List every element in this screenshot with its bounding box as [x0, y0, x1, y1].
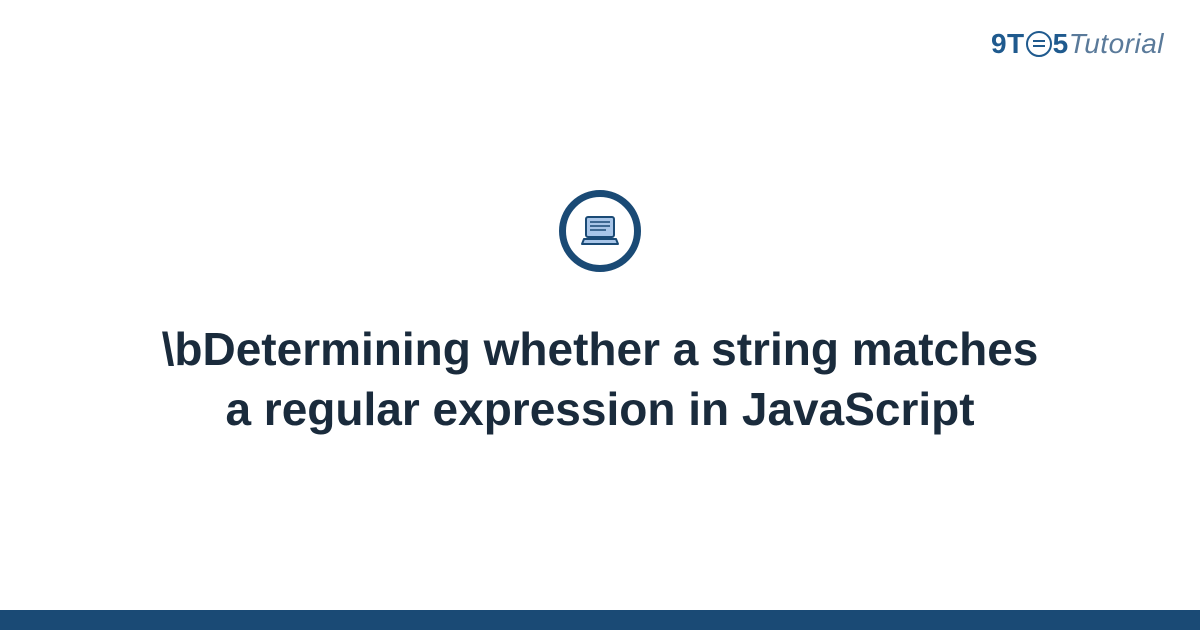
logo-tutorial: Tutorial: [1069, 28, 1164, 59]
logo-t: T: [1007, 28, 1025, 59]
laptop-icon: [578, 209, 622, 253]
logo-five: 5: [1053, 28, 1069, 59]
page-title: \bDetermining whether a string matches a…: [150, 320, 1050, 440]
footer-bar: [0, 610, 1200, 630]
logo-o-icon: [1026, 31, 1052, 57]
site-logo[interactable]: 9T5Tutorial: [991, 28, 1164, 60]
laptop-badge-icon: [559, 190, 641, 272]
logo-nine: 9: [991, 28, 1007, 59]
main-content: \bDetermining whether a string matches a…: [0, 0, 1200, 630]
